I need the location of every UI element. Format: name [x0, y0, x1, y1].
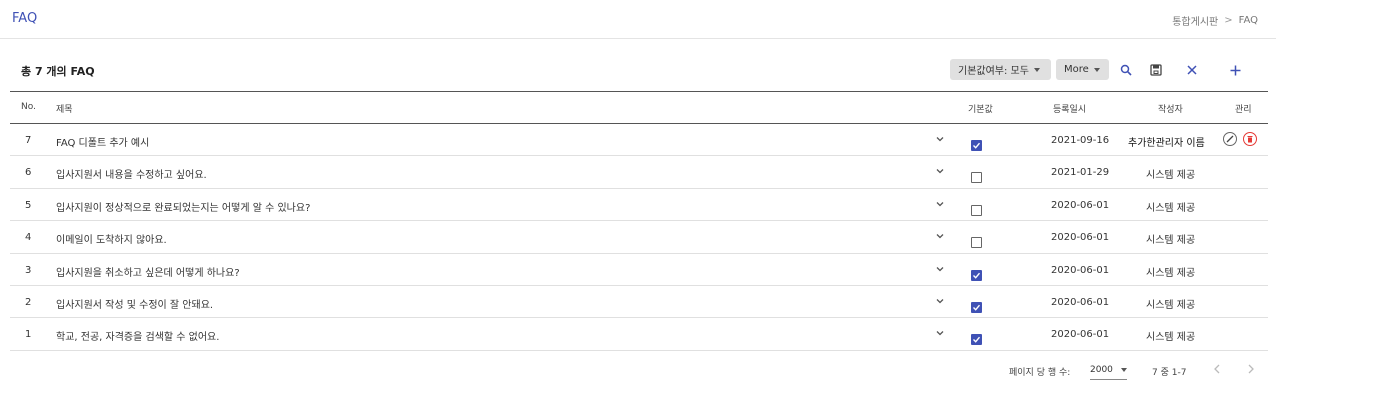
- row-number: 7: [25, 135, 32, 146]
- default-checkbox[interactable]: [971, 140, 982, 151]
- default-checkbox[interactable]: [971, 237, 982, 249]
- registered-date: 2020-06-01: [1051, 329, 1110, 341]
- save-icon[interactable]: [1146, 60, 1166, 80]
- chevron-down-icon[interactable]: [934, 327, 946, 339]
- registered-date: 2020-06-01: [1051, 264, 1110, 276]
- chevron-down-icon[interactable]: [934, 198, 946, 210]
- close-icon[interactable]: [1182, 60, 1202, 80]
- registered-date: 2020-06-01: [1051, 232, 1110, 244]
- author: 추가한관리자 이름: [1128, 138, 1205, 149]
- row-number: 3: [25, 264, 32, 276]
- table-row[interactable]: 1 학교, 전공, 자격증을 검색할 수 없어요. 2020-06-01 시스템 제공: [10, 318, 1268, 351]
- row-number: 6: [25, 167, 32, 179]
- author: 시스템 제공: [1146, 299, 1196, 311]
- rows-per-page-value: 2000: [1090, 364, 1113, 375]
- breadcrumb-item-faq: FAQ: [1238, 15, 1258, 26]
- pagination-range: 7 중 1-7: [1152, 368, 1187, 378]
- chevron-down-icon[interactable]: [934, 295, 946, 307]
- edit-icon[interactable]: [1223, 132, 1237, 146]
- faq-title[interactable]: 학교, 전공, 자격증을 검색할 수 없어요.: [56, 328, 219, 343]
- search-icon[interactable]: [1116, 60, 1136, 80]
- table-row[interactable]: 2 입사지원서 작성 및 수정이 잘 안돼요. 2020-06-01 시스템 제공: [10, 286, 1268, 319]
- delete-icon[interactable]: [1243, 132, 1257, 146]
- author: 시스템 제공: [1146, 267, 1196, 279]
- registered-date: 2020-06-01: [1051, 296, 1110, 308]
- registered-date: 2021-01-29: [1051, 167, 1110, 179]
- default-checkbox[interactable]: [971, 172, 982, 184]
- more-filter-button[interactable]: More: [1056, 59, 1109, 80]
- breadcrumb-separator-icon: >: [1224, 15, 1233, 26]
- default-checkbox[interactable]: [971, 204, 982, 216]
- add-icon[interactable]: [1225, 60, 1245, 80]
- author: 시스템 제공: [1146, 235, 1196, 247]
- registered-date: 2021-09-16: [1051, 135, 1110, 146]
- table-body: 7 FAQ 디폴트 추가 예시 2021-09-16 추가한관리자 이름 6 입사지원서 …: [10, 124, 1268, 351]
- table-row[interactable]: 6 입사지원서 내용을 수정하고 싶어요. 2021-01-29 시스템 제공: [10, 156, 1268, 189]
- faq-title[interactable]: 입사지원서 작성 및 수정이 잘 안돼요.: [56, 296, 213, 311]
- top-bar: FAQ 통합게시판 > FAQ: [0, 0, 1276, 39]
- row-number: 1: [25, 329, 32, 341]
- row-number: 2: [25, 296, 32, 308]
- table-header: No. 제목 기본값 등록일시 작성자 관리: [10, 92, 1268, 124]
- row-number: 4: [25, 232, 32, 244]
- column-header-no[interactable]: No.: [21, 102, 36, 112]
- table-row[interactable]: 3 입사지원을 취소하고 싶은데 어떻게 하나요? 2020-06-01 시스템 제공: [10, 254, 1268, 286]
- author: 시스템 제공: [1146, 170, 1196, 182]
- faq-title[interactable]: 입사지원서 내용을 수정하고 싶어요.: [56, 166, 207, 181]
- column-header-title[interactable]: 제목: [56, 102, 73, 115]
- rows-per-page-select[interactable]: 2000: [1090, 360, 1127, 380]
- previous-page-icon[interactable]: [1210, 362, 1224, 376]
- breadcrumb-item-board[interactable]: 통합게시판: [1172, 13, 1218, 28]
- column-header-date[interactable]: 등록일시: [1053, 102, 1086, 115]
- more-filter-label: More: [1064, 64, 1089, 75]
- row-number: 5: [25, 199, 32, 211]
- caret-down-icon: [1121, 367, 1127, 372]
- next-page-icon[interactable]: [1244, 362, 1258, 376]
- faq-table: No. 제목 기본값 등록일시 작성자 관리 7 FAQ 디폴트 추가 예시 202…: [10, 91, 1268, 351]
- breadcrumb: 통합게시판 > FAQ: [1172, 13, 1258, 28]
- default-checkbox[interactable]: [971, 301, 982, 313]
- column-header-author[interactable]: 작성자: [1158, 102, 1183, 115]
- chevron-down-icon[interactable]: [934, 263, 946, 275]
- faq-title[interactable]: FAQ 디폴트 추가 예시: [56, 134, 149, 149]
- column-header-manage: 관리: [1235, 105, 1252, 115]
- faq-title[interactable]: 이메일이 도착하지 않아요.: [56, 231, 167, 246]
- author: 시스템 제공: [1146, 332, 1196, 344]
- faq-title[interactable]: 입사지원을 취소하고 싶은데 어떻게 하나요?: [56, 264, 240, 279]
- registered-date: 2020-06-01: [1051, 199, 1110, 211]
- chevron-down-icon[interactable]: [934, 165, 946, 177]
- author: 시스템 제공: [1146, 202, 1196, 214]
- default-checkbox[interactable]: [971, 334, 982, 346]
- page-title: FAQ: [12, 11, 38, 26]
- default-value-filter-label: 기본값여부: 모두: [958, 66, 1029, 77]
- default-value-filter-button[interactable]: 기본값여부: 모두: [950, 59, 1051, 80]
- faq-count-title: 총 7 개의 FAQ: [21, 65, 95, 78]
- faq-title[interactable]: 입사지원이 정상적으로 완료되었는지는 어떻게 알 수 있나요?: [56, 199, 310, 214]
- table-row[interactable]: 5 입사지원이 정상적으로 완료되었는지는 어떻게 알 수 있나요? 2020-06…: [10, 189, 1268, 222]
- column-header-default[interactable]: 기본값: [968, 102, 993, 115]
- chevron-down-icon[interactable]: [934, 133, 946, 145]
- default-checkbox[interactable]: [971, 269, 982, 281]
- table-row[interactable]: 4 이메일이 도착하지 않아요. 2020-06-01 시스템 제공: [10, 221, 1268, 254]
- caret-down-icon: [1093, 67, 1100, 72]
- table-row[interactable]: 7 FAQ 디폴트 추가 예시 2021-09-16 추가한관리자 이름: [10, 124, 1268, 157]
- caret-down-icon: [1033, 67, 1040, 72]
- rows-per-page-label: 페이지 당 행 수:: [1009, 368, 1071, 378]
- chevron-down-icon[interactable]: [934, 230, 946, 242]
